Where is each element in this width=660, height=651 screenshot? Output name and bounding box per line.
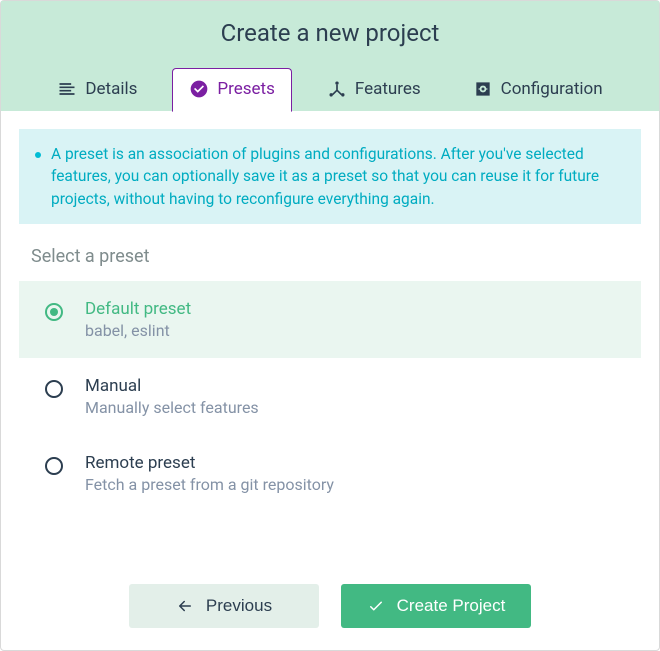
tab-presets[interactable]: Presets xyxy=(172,68,291,112)
preset-option-remote[interactable]: Remote preset Fetch a preset from a git … xyxy=(19,435,641,512)
previous-button[interactable]: Previous xyxy=(129,584,319,628)
option-body: Remote preset Fetch a preset from a git … xyxy=(85,453,334,494)
radio-icon xyxy=(45,303,63,321)
info-text: A preset is an association of plugins an… xyxy=(51,143,625,210)
tab-label: Features xyxy=(355,79,421,99)
check-icon xyxy=(367,597,385,615)
tabs: Details Presets Features Configuration xyxy=(1,67,659,111)
tab-features[interactable]: Features xyxy=(310,68,438,112)
page-title: Create a new project xyxy=(1,19,659,47)
option-title: Default preset xyxy=(85,299,191,319)
radio-icon xyxy=(45,457,63,475)
section-heading: Select a preset xyxy=(31,246,641,267)
option-subtitle: Fetch a preset from a git repository xyxy=(85,475,334,494)
hub-icon xyxy=(327,79,347,99)
content-area: A preset is an association of plugins an… xyxy=(1,111,659,650)
preset-option-default[interactable]: Default preset babel, eslint xyxy=(19,281,641,358)
info-bullet-icon xyxy=(35,152,41,158)
create-project-button[interactable]: Create Project xyxy=(341,584,531,628)
footer-actions: Previous Create Project xyxy=(19,564,641,650)
preset-option-manual[interactable]: Manual Manually select features xyxy=(19,358,641,435)
option-body: Default preset babel, eslint xyxy=(85,299,191,340)
tab-configuration[interactable]: Configuration xyxy=(456,68,620,112)
tab-label: Details xyxy=(85,79,137,99)
option-body: Manual Manually select features xyxy=(85,376,259,417)
option-title: Remote preset xyxy=(85,453,334,473)
subject-icon xyxy=(57,79,77,99)
settings-applications-icon xyxy=(473,79,493,99)
option-title: Manual xyxy=(85,376,259,396)
option-subtitle: babel, eslint xyxy=(85,321,191,340)
tab-details[interactable]: Details xyxy=(40,68,154,112)
check-circle-icon xyxy=(189,79,209,99)
header-area: Create a new project Details Presets Fea… xyxy=(1,1,659,111)
tab-label: Configuration xyxy=(501,79,603,99)
info-banner: A preset is an association of plugins an… xyxy=(19,129,641,224)
radio-icon xyxy=(45,380,63,398)
button-label: Previous xyxy=(206,596,272,616)
tab-label: Presets xyxy=(217,79,274,99)
button-label: Create Project xyxy=(397,596,506,616)
arrow-left-icon xyxy=(176,597,194,615)
option-subtitle: Manually select features xyxy=(85,398,259,417)
